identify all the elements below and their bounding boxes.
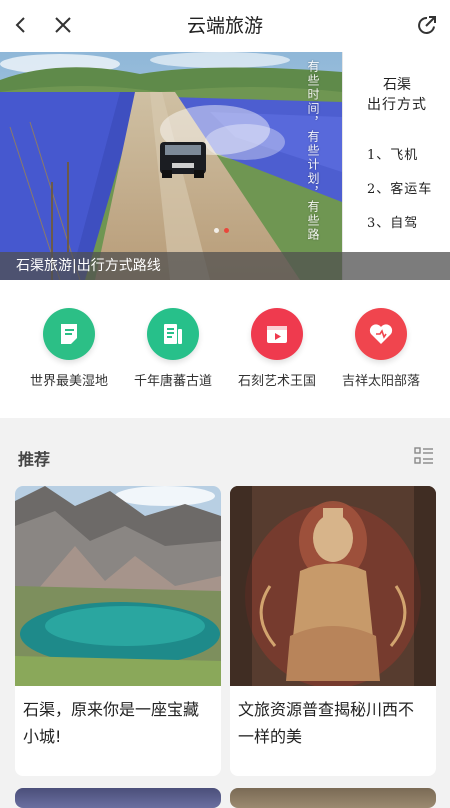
- category-stone-art[interactable]: 石刻艺术王国: [222, 308, 332, 389]
- share-icon: [418, 16, 436, 34]
- category-label: 吉祥太阳部落: [341, 374, 420, 389]
- article-title: 石渠，原来你是一座宝藏小城!: [23, 700, 200, 746]
- category-sun-tribe[interactable]: 吉祥太阳部落: [326, 308, 436, 389]
- article-image-mountain-lake: [15, 486, 221, 686]
- heart-icon: [355, 308, 407, 360]
- carousel-dot-active[interactable]: [224, 228, 229, 233]
- banner-photo-road-car: [0, 52, 342, 280]
- share-button[interactable]: [412, 10, 442, 40]
- banner-caption-bar: 石渠旅游|出行方式路线: [0, 252, 450, 280]
- category-shortcuts: 世界最美湿地 千年唐蕃古道 石刻艺术王国 吉祥太阳部落: [0, 280, 450, 418]
- banner-vertical-slogan: 有些时间，有些计划，有些路: [306, 60, 320, 242]
- article-card[interactable]: 石渠，原来你是一座宝藏小城!: [15, 486, 221, 776]
- category-ancient-road[interactable]: 千年唐蕃古道: [118, 308, 228, 389]
- carousel-indicator: [214, 228, 229, 233]
- article-title: 文旅资源普查揭秘川西不一样的美: [238, 700, 415, 746]
- list-view-icon: [414, 447, 433, 464]
- article-image-buddha-mural: [230, 486, 436, 686]
- recommend-section-header: 推荐: [0, 418, 450, 486]
- carousel-dot[interactable]: [214, 228, 219, 233]
- article-card-peek[interactable]: [15, 788, 221, 808]
- document-icon: [43, 308, 95, 360]
- panel-title-line1: 石渠: [383, 77, 411, 93]
- article-card[interactable]: 文旅资源普查揭秘川西不一样的美: [230, 486, 436, 776]
- banner-caption: 石渠旅游|出行方式路线: [16, 258, 161, 274]
- video-clip-icon: [251, 308, 303, 360]
- panel-item-selfdrive: 3、自驾: [367, 216, 419, 231]
- banner-info-panel: 石渠 出行方式 1、飞机 2、客运车 3、自驾: [342, 52, 450, 280]
- top-nav-bar: 云端旅游: [0, 0, 450, 53]
- layout-toggle-button[interactable]: [414, 446, 434, 466]
- article-card-peek[interactable]: [230, 788, 436, 808]
- category-label: 千年唐蕃古道: [133, 374, 212, 389]
- panel-item-plane: 1、飞机: [367, 148, 419, 163]
- panel-title-line2: 出行方式: [367, 97, 427, 113]
- banner-carousel[interactable]: 有些时间，有些计划，有些路 石渠 出行方式 1、飞机 2、客运车 3、自驾 石渠…: [0, 52, 450, 280]
- section-title: 推荐: [18, 450, 51, 469]
- panel-item-bus: 2、客运车: [367, 182, 433, 197]
- category-label: 世界最美湿地: [29, 374, 108, 389]
- book-list-icon: [147, 308, 199, 360]
- page-title: 云端旅游: [186, 15, 263, 37]
- category-wetland[interactable]: 世界最美湿地: [14, 308, 124, 389]
- category-label: 石刻艺术王国: [237, 374, 316, 389]
